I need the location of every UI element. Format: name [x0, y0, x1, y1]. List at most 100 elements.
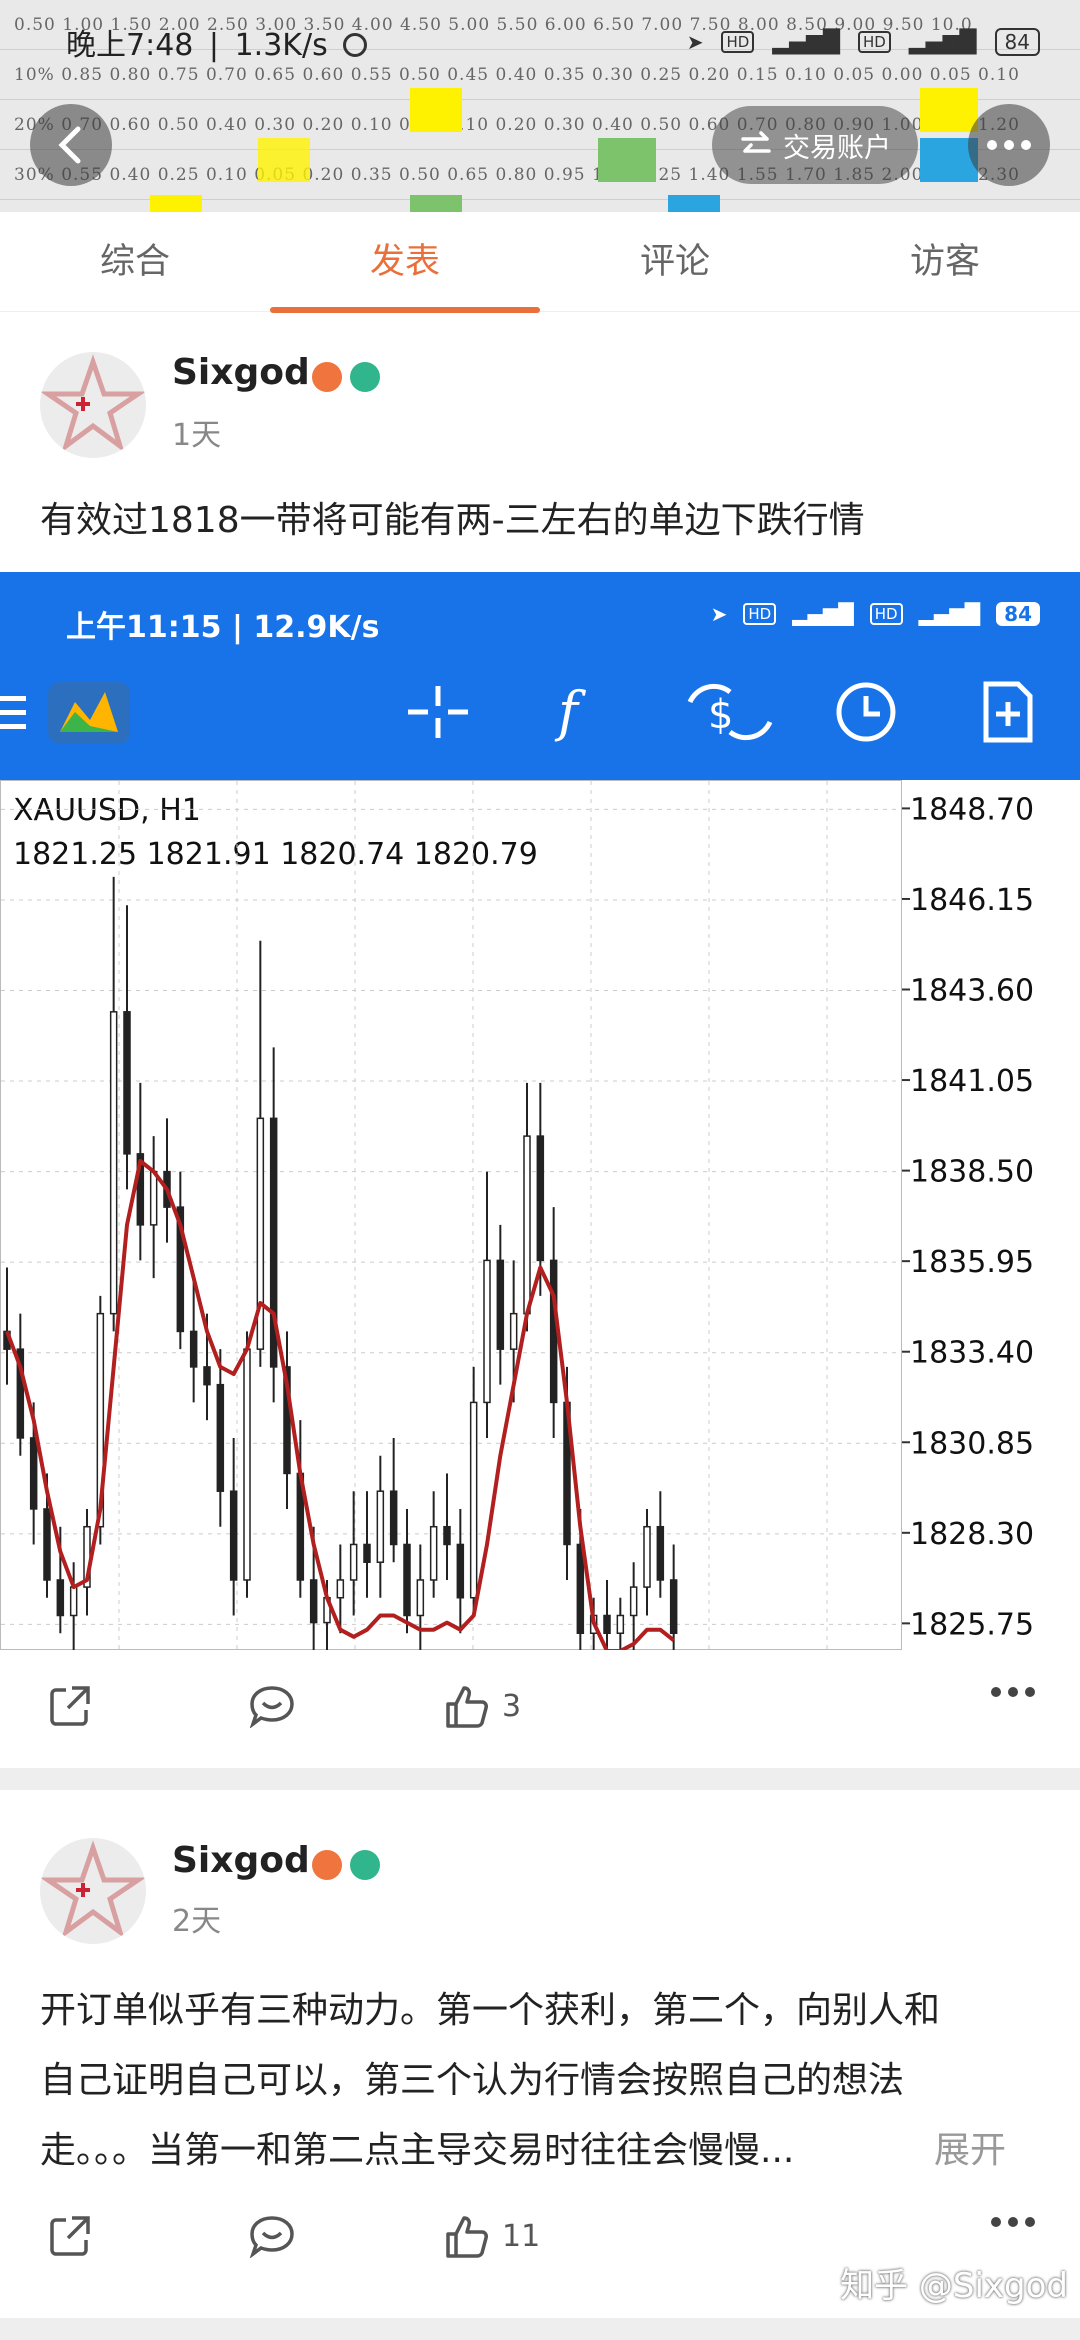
hd-icon: HD [858, 31, 891, 53]
more-options-button[interactable] [990, 1686, 1036, 1698]
metatrader-logo-icon [48, 682, 130, 744]
tab-overview[interactable]: 综合 [0, 212, 270, 311]
post-divider [0, 1768, 1080, 1790]
candle-body [29, 1437, 38, 1510]
candle-body [109, 1011, 118, 1315]
watermark: 知乎 @Sixgod [840, 2266, 1068, 2306]
post-text[interactable]: 有效过1818一带将可能有两-三左右的单边下跌行情 [40, 490, 865, 552]
status-icons: ➤ HD ▂▄▆█ HD ▂▄▆█ 84 [687, 28, 1040, 56]
clock-icon [836, 682, 896, 742]
star-logo-icon [40, 1840, 146, 1939]
candle-body [43, 1508, 51, 1581]
candle-body [349, 1543, 358, 1581]
candle-body [576, 1543, 585, 1634]
image-status-time: 上午11:15 [66, 610, 222, 645]
candle-body [429, 1525, 438, 1581]
back-button[interactable] [30, 104, 112, 186]
post-text-line[interactable]: 开订单似乎有三种动力。第一个获利，第二个，向别人和 [40, 1980, 940, 2042]
post-image[interactable]: 上午11:15 | 12.9K/s ➤ HD ▂▄▆█ HD ▂▄▆█ 84 f… [0, 572, 1080, 1650]
comment-button[interactable] [248, 2214, 296, 2258]
candle-body [629, 1586, 638, 1617]
hd-icon: HD [721, 31, 755, 53]
candle-body [523, 1135, 531, 1315]
verified-badge-icon [350, 1850, 380, 1880]
candle-body [509, 1312, 518, 1350]
status-time: 晚上7:48 [66, 28, 194, 63]
candle-body [549, 1259, 558, 1404]
candle-body [403, 1543, 411, 1617]
bg-row: 20% 0.70 0.60 0.50 0.40 0.30 0.20 0.10 0… [0, 100, 1080, 150]
candle-body [189, 1330, 198, 1368]
tab-bar: 综合 发表 评论 访客 [0, 212, 1080, 313]
post-time: 1天 [172, 418, 222, 453]
highlight-cell [598, 138, 656, 182]
y-tick-label: 1846.15 [910, 883, 1034, 918]
more-button[interactable] [968, 104, 1050, 186]
tab-posts[interactable]: 发表 [270, 212, 540, 313]
location-icon: ➤ [686, 30, 704, 54]
hd-icon: HD [869, 603, 903, 625]
comment-icon [249, 1686, 294, 1728]
image-status-bar: 上午11:15 | 12.9K/s [66, 610, 380, 645]
candle-body [123, 1011, 131, 1155]
candle-body [643, 1525, 651, 1588]
candle-body [456, 1543, 465, 1599]
candle-body [336, 1579, 345, 1599]
highlight-cell [258, 138, 310, 182]
post-text-line[interactable]: 自己证明自己可以，第三个认为行情会按照自己的想法 [40, 2050, 904, 2112]
candle-body [536, 1135, 545, 1262]
signal-icon: ▂▄▆█ [908, 29, 977, 55]
share-button[interactable] [48, 2214, 92, 2258]
swap-icon [741, 131, 771, 153]
candle-body [216, 1383, 225, 1492]
candle-body [389, 1490, 398, 1546]
comment-icon [249, 2216, 294, 2258]
tab-comments[interactable]: 评论 [540, 212, 810, 311]
candle-body [203, 1366, 211, 1386]
like-button[interactable]: 11 [442, 2212, 540, 2260]
chart-canvas [1, 781, 901, 1650]
y-tick-label: 1825.75 [910, 1607, 1034, 1642]
avatar[interactable] [40, 352, 146, 458]
username[interactable]: Sixgod [172, 352, 310, 393]
post-divider [0, 2318, 1080, 2340]
tab-visitors[interactable]: 访客 [810, 212, 1080, 311]
y-tick-label: 1843.60 [910, 974, 1034, 1009]
username[interactable]: Sixgod [172, 1840, 310, 1881]
status-speed: 1.3K/s [234, 28, 328, 63]
hd-icon: HD [743, 603, 777, 625]
candle-body [616, 1614, 625, 1634]
thumbs-up-icon [446, 2216, 488, 2258]
expand-link[interactable]: 展开 [934, 2120, 1006, 2182]
post-text-line[interactable]: 走。。。当第一和第二点主导交易时往往会慢慢... [40, 2120, 794, 2182]
trade-account-button[interactable]: 交易账户 [712, 106, 918, 184]
candle-body [483, 1259, 491, 1404]
candle-body [149, 1170, 158, 1226]
y-tick-label: 1830.85 [910, 1426, 1034, 1461]
share-button[interactable] [48, 1684, 92, 1728]
candle-body [56, 1579, 65, 1617]
thumbs-up-icon [446, 1686, 488, 1728]
post-time: 2天 [172, 1904, 222, 1939]
avatar[interactable] [40, 1838, 146, 1944]
more-options-button[interactable] [990, 2216, 1036, 2228]
y-tick-label: 1838.50 [910, 1155, 1034, 1190]
candle-body [363, 1543, 371, 1563]
svg-text:f: f [554, 680, 586, 743]
more-icon [991, 2217, 1035, 2227]
y-tick-label: 1835.95 [910, 1245, 1034, 1280]
highlight-cell [410, 88, 462, 132]
highlight-cell [150, 195, 202, 212]
candle-body [496, 1259, 505, 1350]
y-tick-label: 1833.40 [910, 1336, 1034, 1371]
price-axis: 1848.70 1846.15 1843.60 1841.05 1838.50 1835.… [902, 792, 1034, 1642]
price-chart[interactable]: XAUUSD, H1 1821.25 1821.91 1820.74 1820.… [0, 780, 902, 1650]
highlight-cell [668, 195, 720, 212]
comment-button[interactable] [248, 1684, 296, 1728]
highlight-cell [410, 195, 462, 212]
image-app-bar: 上午11:15 | 12.9K/s ➤ HD ▂▄▆█ HD ▂▄▆█ 84 f… [0, 572, 1080, 780]
like-button[interactable]: 3 [442, 1682, 521, 1730]
candle-body [376, 1490, 385, 1563]
share-icon [50, 2216, 90, 2256]
candle-body [656, 1525, 665, 1581]
